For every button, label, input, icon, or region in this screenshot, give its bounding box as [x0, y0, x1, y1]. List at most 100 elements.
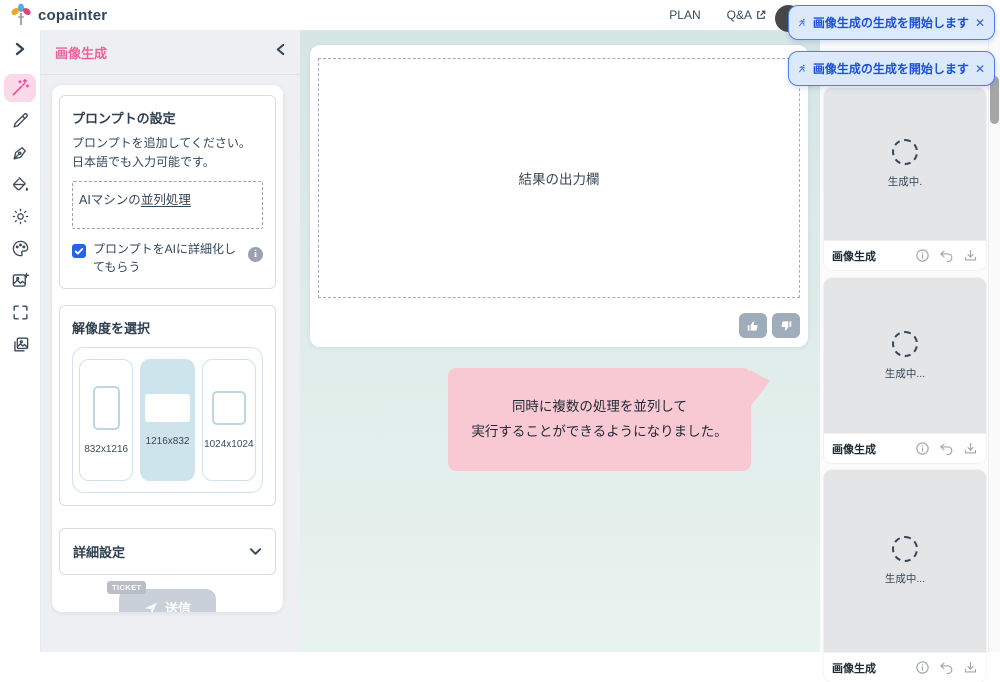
prompt-card-description: プロンプトを追加してください。 日本語でも入力可能です。	[72, 134, 263, 172]
thumbs-down-button[interactable]	[772, 313, 800, 338]
announcement-bubble: 同時に複数の処理を並列して 実行することができるようになりました。	[448, 368, 751, 471]
square-shape-icon	[212, 391, 246, 425]
send-button[interactable]: TICKET 送信	[119, 589, 216, 612]
info-icon[interactable]	[915, 660, 930, 675]
advanced-settings-toggle[interactable]: 詳細設定	[59, 528, 276, 575]
toast-close-icon[interactable]: ✕	[975, 62, 985, 76]
toast-close-icon[interactable]: ✕	[975, 16, 985, 30]
resolution-card: 解像度を選択 832x1216 1216x832 1024x1024	[59, 305, 276, 506]
undo-icon[interactable]	[939, 441, 954, 456]
generation-type-label: 画像生成	[832, 248, 876, 264]
sidebar-item-palette[interactable]	[4, 234, 36, 262]
generation-status: 生成中...	[885, 571, 925, 586]
ticket-badge: TICKET	[107, 581, 146, 594]
ime-composing-text: 並列処理	[141, 193, 191, 207]
advanced-settings-label: 詳細設定	[73, 542, 125, 561]
tool-rail	[0, 30, 41, 652]
info-icon[interactable]	[915, 441, 930, 456]
toast-message: 画像生成の生成を開始します	[813, 60, 969, 77]
scrollbar-track[interactable]	[988, 30, 1000, 652]
sidebar-item-brightness[interactable]	[4, 202, 36, 230]
download-icon[interactable]	[963, 660, 978, 675]
panel-surface: プロンプトの設定 プロンプトを追加してください。 日本語でも入力可能です。 AI…	[52, 85, 283, 612]
copainter-logo-icon	[10, 3, 32, 27]
collapse-panel-button[interactable]	[275, 43, 286, 61]
undo-icon[interactable]	[939, 660, 954, 675]
image-add-icon	[11, 271, 30, 290]
sidebar-item-image-stack[interactable]	[4, 330, 36, 358]
resolution-option-1216x832[interactable]: 1216x832	[140, 359, 194, 481]
landscape-shape-icon	[145, 394, 190, 422]
download-icon[interactable]	[963, 248, 978, 263]
download-icon[interactable]	[963, 441, 978, 456]
generation-type-label: 画像生成	[832, 441, 876, 457]
generation-status: 生成中...	[885, 366, 925, 381]
brightness-icon	[11, 207, 30, 226]
chevron-right-icon	[14, 42, 26, 56]
expand-rail-button[interactable]	[14, 42, 26, 56]
result-output-placeholder: 結果の出力欄	[519, 168, 600, 188]
app-logo[interactable]: copainter	[10, 3, 107, 27]
chevron-left-icon	[275, 43, 286, 56]
generation-card-footer: 画像生成	[824, 433, 986, 463]
magic-wand-icon	[10, 78, 30, 98]
generation-card-footer: 画像生成	[824, 652, 986, 682]
external-link-icon	[756, 10, 766, 20]
plan-link[interactable]: PLAN	[669, 8, 700, 22]
info-icon[interactable]: i	[248, 247, 263, 262]
running-person-icon	[798, 60, 807, 77]
paint-bucket-icon	[11, 175, 30, 194]
generation-card-footer: 画像生成	[824, 240, 986, 270]
resolution-option-832x1216[interactable]: 832x1216	[79, 359, 133, 481]
image-stack-icon	[11, 335, 30, 354]
sidebar-item-image-add[interactable]	[4, 266, 36, 294]
resolution-options: 832x1216 1216x832 1024x1024	[72, 347, 263, 493]
undo-icon[interactable]	[939, 248, 954, 263]
generation-card-3[interactable]: 生成中... 画像生成	[824, 470, 986, 682]
fullscreen-icon	[11, 303, 30, 322]
sidebar-item-image-generate[interactable]	[4, 74, 36, 102]
spinner-icon	[892, 139, 918, 165]
sidebar-item-pencil[interactable]	[4, 106, 36, 134]
thumbs-up-button[interactable]	[739, 313, 767, 338]
bubble-tail	[750, 370, 770, 407]
toast-message: 画像生成の生成を開始します	[813, 14, 969, 31]
qa-link[interactable]: Q&A	[727, 8, 766, 22]
refine-prompt-checkbox[interactable]	[72, 244, 86, 258]
announcement-line-1: 同時に複数の処理を並列して	[512, 395, 687, 419]
thumbs-down-icon	[779, 319, 793, 333]
feedback-buttons	[739, 313, 800, 338]
toast-generation-started-2: 画像生成の生成を開始します ✕	[788, 51, 995, 86]
sidebar-item-fill[interactable]	[4, 170, 36, 198]
panel-header: 画像生成	[41, 30, 300, 75]
info-icon[interactable]	[915, 248, 930, 263]
refine-prompt-label[interactable]: プロンプトをAIに詳細化し てもらう	[93, 241, 236, 276]
send-section: TICKET 送信 同時生成数 (4/4)	[59, 589, 276, 612]
generation-type-label: 画像生成	[832, 660, 876, 676]
spinner-icon	[892, 331, 918, 357]
prompt-card-title: プロンプトの設定	[72, 108, 263, 127]
generation-status: 生成中.	[888, 174, 922, 189]
header-nav: PLAN Q&A	[669, 8, 766, 22]
result-output-area: 結果の出力欄	[318, 58, 800, 298]
prompt-input[interactable]: AIマシンの並列処理	[72, 181, 263, 229]
main-canvas: 結果の出力欄 同時に複数の処理を並列して 実行することができるようになりました。	[300, 30, 820, 652]
generation-queue-panel: 生成中. 画像生成 生成中... 画像生成 生成中.	[820, 30, 988, 652]
logo-text: copainter	[38, 7, 107, 24]
generation-placeholder: 生成中...	[824, 278, 986, 433]
prompt-settings-card: プロンプトの設定 プロンプトを追加してください。 日本語でも入力可能です。 AI…	[59, 95, 276, 289]
spinner-icon	[892, 536, 918, 562]
pencil-icon	[11, 111, 30, 130]
chevron-down-icon	[249, 547, 262, 556]
running-person-icon	[798, 14, 807, 31]
panel-title: 画像生成	[55, 43, 107, 62]
resolution-option-1024x1024[interactable]: 1024x1024	[202, 359, 256, 481]
sidebar-item-pen[interactable]	[4, 138, 36, 166]
thumbs-up-icon	[746, 319, 760, 333]
generation-card-1[interactable]: 生成中. 画像生成	[824, 88, 986, 270]
resolution-card-title: 解像度を選択	[72, 318, 263, 337]
sidebar-item-fullscreen[interactable]	[4, 298, 36, 326]
generation-card-2[interactable]: 生成中... 画像生成	[824, 278, 986, 463]
result-output-card: 結果の出力欄	[310, 45, 808, 347]
refine-prompt-row: プロンプトをAIに詳細化し てもらう i	[72, 241, 263, 276]
